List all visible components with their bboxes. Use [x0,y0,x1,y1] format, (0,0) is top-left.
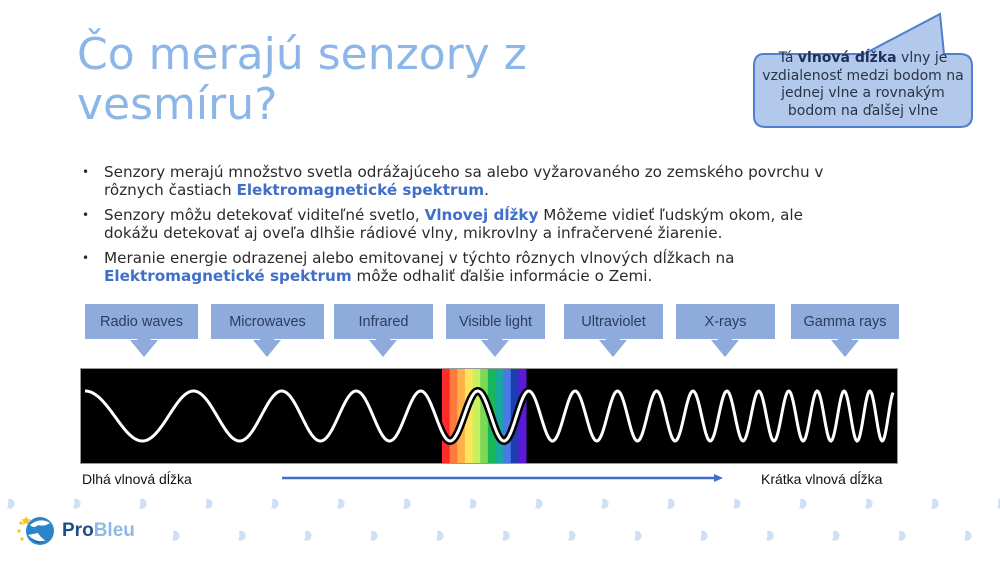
visible-band-stripe [442,369,451,463]
down-arrow-icon [369,335,397,357]
drop-icon [403,498,411,509]
down-arrow-icon [253,335,281,357]
drop-icon [73,498,81,509]
bullet-dot-icon: • [82,208,90,222]
bullet-highlight: Elektromagnetické spektrum [236,180,485,199]
drop-icon [271,498,279,509]
down-arrow-icon [711,335,739,357]
bullet-highlight: Vlnovej dĺžky [424,206,539,224]
direction-arrow-icon [282,474,723,482]
drop-icon [799,498,807,509]
drop-icon [337,498,345,509]
band-ultraviolet: Ultraviolet [564,304,663,339]
drop-icon [733,498,741,509]
drop-icon [205,498,213,509]
drop-icon [502,530,510,541]
visible-band-stripe [503,369,512,463]
visible-band-stripe [472,369,481,463]
decorative-drops [7,498,1000,541]
bullet-text-end: . [484,180,489,199]
bullet-text-end: môže odhaliť ďalšie informácie o Zemi. [351,266,653,285]
drop-icon [832,530,840,541]
down-arrow-icon [481,335,509,357]
drop-icon [172,530,180,541]
drop-icon [898,530,906,541]
visible-band-stripe [495,369,504,463]
wave-diagram [84,369,897,463]
drop-icon [865,498,873,509]
drop-icon [370,530,378,541]
drop-icon [766,530,774,541]
callout-bold-term: vlnová dĺžka [797,50,897,66]
drop-icon [304,530,312,541]
drop-icon [238,530,246,541]
probleu-logo: ProBleu [16,513,135,549]
drop-icon [535,498,543,509]
down-arrow-icon [130,335,158,357]
bullet-highlight: Elektromagnetické spektrum [104,266,352,285]
drop-icon [931,498,939,509]
bullet-text: Meranie energie odrazenej alebo emitovan… [104,249,735,267]
bullet-text: Senzory môžu detekovať viditeľné svetlo, [104,206,425,224]
drop-icon [568,530,576,541]
probleu-logo-icon [17,516,54,545]
band-visible-light: Visible light [446,304,545,339]
down-arrow-icon [599,335,627,357]
short-wavelength-label: Krátka vlnová dĺžka [761,471,883,487]
bullet-list: • Senzory merajú množstvo svetla odrážaj… [82,163,862,293]
drop-icon [436,530,444,541]
band-microwaves: Microwaves [211,304,324,339]
logo-text: ProBleu [62,520,135,542]
bullet-item: • Meranie energie odrazenej alebo emitov… [82,249,862,285]
drop-icon [7,498,15,509]
bullet-item: • Senzory merajú množstvo svetla odrážaj… [82,163,862,199]
band-radio-waves: Radio waves [85,304,198,339]
band-infrared: Infrared [334,304,433,339]
band-gamma-rays: Gamma rays [791,304,899,339]
drop-icon [139,498,147,509]
drop-icon [964,530,972,541]
down-arrow-icon [831,335,859,357]
drop-icon [634,530,642,541]
drop-icon [700,530,708,541]
logo-pro: Pro [62,520,94,541]
visible-band-stripe [449,369,458,463]
logo-bleu: Bleu [93,520,135,541]
callout-text: Tá vlnová dĺžka vlny je vzdialenosť medz… [758,50,968,120]
drop-icon [601,498,609,509]
bullet-dot-icon: • [82,165,90,179]
bullet-dot-icon: • [82,251,90,265]
slide-title: Čo merajú senzory z vesmíru? [77,29,527,130]
drop-icon [667,498,675,509]
callout-prefix: Tá [778,50,798,66]
drop-icon [469,498,477,509]
band-x-rays: X-rays [676,304,775,339]
long-wavelength-label: Dlhá vlnová dĺžka [82,471,192,487]
spectrum-graphic [80,368,898,464]
bullet-item: • Senzory môžu detekovať viditeľné svetl… [82,206,862,242]
